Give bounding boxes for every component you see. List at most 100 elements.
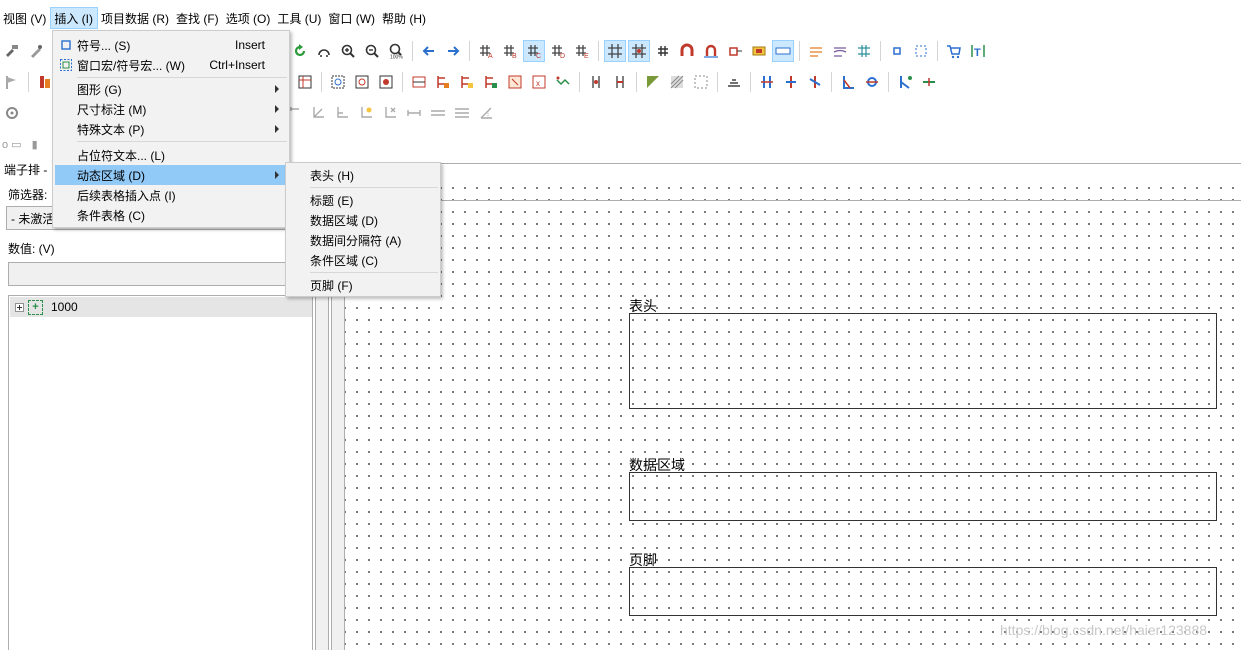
angle-b-icon[interactable] xyxy=(861,71,883,93)
terminal-a-icon[interactable] xyxy=(408,71,430,93)
zoom-window-icon[interactable] xyxy=(313,40,335,62)
header-region-box[interactable] xyxy=(629,313,1217,409)
expand-plus-icon[interactable] xyxy=(15,302,24,312)
circle-settings-icon[interactable] xyxy=(1,102,23,124)
lines-orange-icon[interactable] xyxy=(805,40,827,62)
dim-c-icon[interactable] xyxy=(331,102,353,124)
shade-green-icon[interactable] xyxy=(642,71,664,93)
dim-b-icon[interactable] xyxy=(307,102,329,124)
zoom-in-icon[interactable] xyxy=(337,40,359,62)
wiring-icon[interactable] xyxy=(552,71,574,93)
flag-icon[interactable] xyxy=(1,71,23,93)
component-b-icon[interactable] xyxy=(351,71,373,93)
menu-project-data[interactable]: 项目数据 (R) xyxy=(98,7,173,29)
magnet-grid-icon[interactable] xyxy=(700,40,722,62)
input-box-icon[interactable] xyxy=(772,40,794,62)
bridge-a-icon[interactable] xyxy=(585,71,607,93)
connector-a-icon[interactable] xyxy=(756,71,778,93)
lines-cross-icon[interactable] xyxy=(853,40,875,62)
text-frame-icon[interactable]: T xyxy=(967,40,989,62)
grid-c-icon[interactable]: C xyxy=(523,40,545,62)
tree-row[interactable]: + 1000 xyxy=(10,297,312,317)
connector-b-icon[interactable] xyxy=(780,71,802,93)
menu-help[interactable]: 帮助 (H) xyxy=(379,7,430,29)
menu-window[interactable]: 窗口 (W) xyxy=(325,7,379,29)
brush-icon[interactable] xyxy=(25,40,47,62)
small-square-icon[interactable] xyxy=(886,40,908,62)
refresh-green-icon[interactable] xyxy=(289,40,311,62)
cart-icon[interactable] xyxy=(943,40,965,62)
footer-region-box[interactable] xyxy=(629,567,1217,616)
terminal-d-icon[interactable] xyxy=(480,71,502,93)
lines-wave-icon[interactable] xyxy=(829,40,851,62)
terminal-f-icon[interactable]: x xyxy=(528,71,550,93)
hash-icon[interactable] xyxy=(652,40,674,62)
menu-item-dimension[interactable]: 尺寸标注 (M) xyxy=(55,99,287,119)
tree-view[interactable]: + 1000 xyxy=(8,295,313,650)
dim-lines-a-icon[interactable] xyxy=(427,102,449,124)
bridge-b-icon[interactable] xyxy=(609,71,631,93)
menu-view[interactable]: 视图 (V) xyxy=(0,7,50,29)
arrow-green-icon[interactable] xyxy=(918,71,940,93)
menu-item-dynamic-region[interactable]: 动态区域 (D) xyxy=(55,165,287,185)
stack-icon[interactable] xyxy=(723,71,745,93)
hatch-icon[interactable] xyxy=(666,71,688,93)
menu-options[interactable]: 选项 (O) xyxy=(223,7,275,29)
svg-text:D: D xyxy=(560,53,565,59)
grid-e-icon[interactable]: E xyxy=(571,40,593,62)
menu-item-window-macro[interactable]: 窗口宏/符号宏... (W) Ctrl+Insert xyxy=(55,55,287,75)
window-macro-icon xyxy=(59,58,73,72)
hammer-icon[interactable] xyxy=(1,40,23,62)
terminal-b-icon[interactable] xyxy=(432,71,454,93)
submenu-item-header[interactable]: 表头 (H) xyxy=(288,165,438,185)
data-region-box[interactable] xyxy=(629,472,1217,521)
submenu-item-data-region[interactable]: 数据区域 (D) xyxy=(288,210,438,230)
menu-insert[interactable]: 插入 (I) xyxy=(50,7,99,29)
dim-x-icon[interactable] xyxy=(379,102,401,124)
component-c-icon[interactable] xyxy=(375,71,397,93)
toolbar-separator xyxy=(799,41,800,61)
dim-linear-icon[interactable] xyxy=(403,102,425,124)
yellow-box-icon[interactable] xyxy=(748,40,770,62)
menu-tools[interactable]: 工具 (U) xyxy=(274,7,325,29)
submenu-item-data-separator[interactable]: 数据间分隔符 (A) xyxy=(288,230,438,250)
selection-icon[interactable] xyxy=(910,40,932,62)
connector-c-icon[interactable] xyxy=(804,71,826,93)
grid-d-icon[interactable]: D xyxy=(547,40,569,62)
menu-item-conditional-table[interactable]: 条件表格 (C) xyxy=(55,205,287,225)
menu-item-special-text[interactable]: 特殊文本 (P) xyxy=(55,119,287,139)
dim-lines-b-icon[interactable] xyxy=(451,102,473,124)
submenu-item-title[interactable]: 标题 (E) xyxy=(288,190,438,210)
grid-b-icon[interactable]: B xyxy=(499,40,521,62)
component-a-icon[interactable] xyxy=(327,71,349,93)
terminal-c-icon[interactable] xyxy=(456,71,478,93)
menu-item-graphics[interactable]: 图形 (G) xyxy=(55,79,287,99)
zoom-100-icon[interactable]: 100% xyxy=(385,40,407,62)
dim-angle-icon[interactable] xyxy=(475,102,497,124)
angle-a-icon[interactable] xyxy=(837,71,859,93)
submenu-item-footer[interactable]: 页脚 (F) xyxy=(288,275,438,295)
menu-item-symbol[interactable]: 符号... (S) Insert xyxy=(55,35,287,55)
terminal-e-icon[interactable] xyxy=(504,71,526,93)
tab-icon-b[interactable]: ▮ xyxy=(32,138,38,151)
table-red-icon[interactable] xyxy=(294,71,316,93)
dashed-frame-icon[interactable] xyxy=(690,71,712,93)
snap-grid-icon[interactable] xyxy=(628,40,650,62)
submenu-item-condition-region[interactable]: 条件区域 (C) xyxy=(288,250,438,270)
angle-c-icon[interactable] xyxy=(894,71,916,93)
filter-label: 筛选器: xyxy=(8,188,48,202)
grid-a-icon[interactable]: A xyxy=(475,40,497,62)
magnet-icon[interactable] xyxy=(676,40,698,62)
grid-toggle-icon[interactable] xyxy=(604,40,626,62)
dim-star-icon[interactable] xyxy=(355,102,377,124)
object-snap-icon[interactable] xyxy=(724,40,746,62)
value-input[interactable] xyxy=(8,262,312,286)
tab-icon-a[interactable]: o ▭ xyxy=(2,138,22,151)
menu-find[interactable]: 查找 (F) xyxy=(173,7,223,29)
zoom-out-icon[interactable] xyxy=(361,40,383,62)
arrow-forward-icon[interactable] xyxy=(442,40,464,62)
menu-item-next-table-point[interactable]: 后续表格插入点 (I) xyxy=(55,185,287,205)
arrow-back-icon[interactable] xyxy=(418,40,440,62)
panel-splitter[interactable] xyxy=(315,295,329,650)
menu-item-placeholder-text[interactable]: 占位符文本... (L) xyxy=(55,145,287,165)
